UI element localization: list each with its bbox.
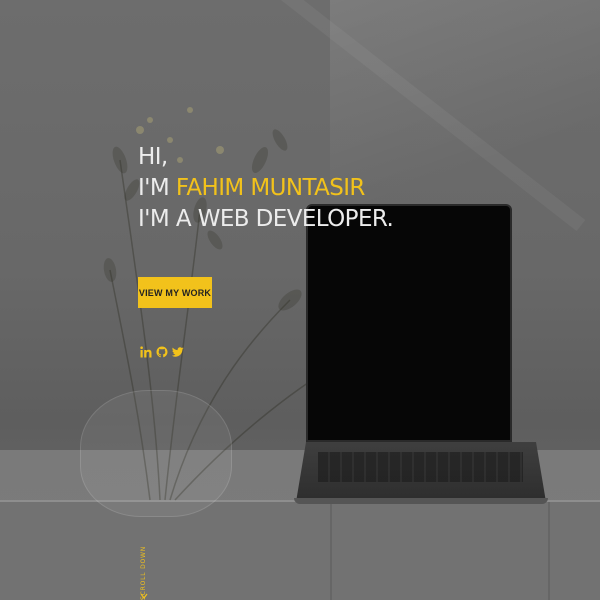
role-text: I'M A WEB DEVELOPER. <box>138 206 394 232</box>
laptop-keyboard <box>318 452 523 482</box>
name-line: I'M FAHIM MUNTASIR <box>138 173 393 204</box>
drawer-line <box>548 502 550 600</box>
scroll-down-indicator[interactable]: SCROLL DOWN <box>138 515 150 600</box>
glass-vase <box>80 390 232 517</box>
scroll-down-label: SCROLL DOWN <box>140 545 147 600</box>
twitter-link[interactable] <box>172 346 184 358</box>
linkedin-icon <box>140 346 152 358</box>
twitter-icon <box>172 347 184 357</box>
name-highlight: FAHIM MUNTASIR <box>175 175 366 201</box>
laptop-lip <box>294 498 548 504</box>
hero-headline: HI, I'M FAHIM MUNTASIR I'M A WEB DEVELOP… <box>138 142 394 235</box>
intro-prefix: I'M <box>138 175 170 201</box>
view-my-work-button[interactable]: VIEW MY WORK <box>138 277 212 308</box>
hero-section: HI, I'M FAHIM MUNTASIR I'M A WEB DEVELOP… <box>0 0 600 600</box>
github-link[interactable] <box>156 346 168 358</box>
linkedin-link[interactable] <box>140 346 152 358</box>
greeting-text: HI, <box>138 144 168 170</box>
github-icon <box>156 346 168 358</box>
laptop-screen <box>306 204 512 442</box>
arrow-down-icon <box>140 593 148 599</box>
social-links <box>140 346 184 358</box>
